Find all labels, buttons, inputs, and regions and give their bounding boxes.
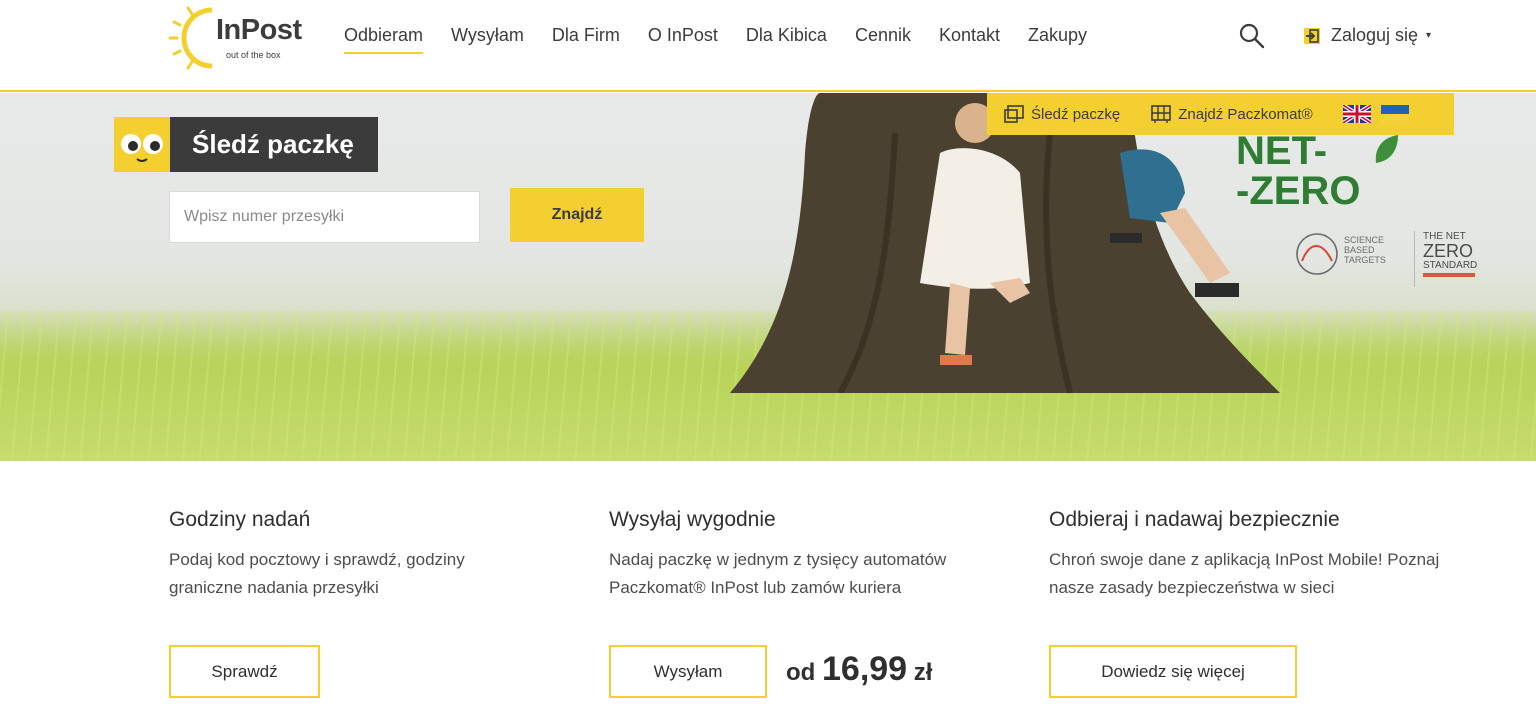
- column-wysylaj-wygodnie: Wysyłaj wygodnie Nadaj paczkę w jednym z…: [609, 508, 1029, 602]
- chevron-down-icon: ▾: [1426, 30, 1432, 41]
- quick-links-bar: Śledź paczkę Znajdź Paczkomat®: [987, 93, 1454, 135]
- nav-item-kontakt[interactable]: Kontakt: [939, 25, 1000, 54]
- quick-link-find-locker-label: Znajdź Paczkomat®: [1178, 105, 1313, 123]
- find-button[interactable]: Znajdź: [510, 188, 644, 242]
- nav-item-zakupy[interactable]: Zakupy: [1028, 25, 1087, 54]
- net-zero-line2: -ZERO: [1236, 169, 1361, 213]
- track-package-badge: Śledź paczkę: [114, 117, 378, 172]
- search-icon[interactable]: [1238, 22, 1266, 50]
- column-text: Nadaj paczkę w jednym z tysięcy automató…: [609, 550, 947, 597]
- hero-banner: Śledź paczkę Znajdź Śledź paczkę Znajdź …: [0, 93, 1536, 461]
- column-title: Wysyłaj wygodnie: [609, 508, 776, 531]
- column-text: Podaj kod pocztowy i sprawdź, godziny gr…: [169, 550, 465, 597]
- nav-item-o-inpost[interactable]: O InPost: [648, 25, 718, 54]
- nzs-zero: ZERO: [1423, 241, 1474, 261]
- uk-flag-icon[interactable]: [1342, 105, 1371, 123]
- nzs-bottom: STANDARD: [1423, 260, 1478, 271]
- logo-tagline: out of the box: [226, 50, 281, 60]
- price-value: 16,99: [822, 650, 908, 688]
- sbt-text: SCIENCE BASED TARGETS: [1344, 235, 1386, 265]
- science-based-targets-logo: SCIENCE BASED TARGETS: [1294, 231, 1404, 287]
- locker-icon: [1151, 105, 1172, 123]
- nav-item-dla-kibica[interactable]: Dla Kibica: [746, 25, 827, 54]
- login-label: Zaloguj się: [1331, 25, 1419, 45]
- package-icon: [1004, 105, 1024, 123]
- column-text: Chroń swoje dane z aplikacją InPost Mobi…: [1049, 550, 1440, 597]
- nav-item-dla-firm[interactable]: Dla Firm: [552, 25, 620, 54]
- ukraine-flag-icon[interactable]: [1380, 105, 1409, 123]
- track-title: Śledź paczkę: [170, 117, 378, 172]
- send-button[interactable]: Wysyłam: [609, 645, 767, 698]
- tree-children-illustration: [730, 93, 1280, 393]
- nav-item-cennik[interactable]: Cennik: [855, 25, 911, 54]
- column-godziny-nadan: Godziny nadań Podaj kod pocztowy i spraw…: [169, 508, 589, 602]
- quick-link-track[interactable]: Śledź paczkę: [1003, 104, 1120, 124]
- login-button[interactable]: Zaloguj się ▾: [1303, 25, 1431, 46]
- leaf-icon: [1375, 135, 1398, 163]
- login-icon: [1304, 27, 1320, 44]
- price-prefix: od: [786, 659, 816, 686]
- sbt-logo-icon: [1296, 233, 1338, 275]
- net-zero-standard-logo: THE NET ZERO STANDARD: [1414, 231, 1484, 287]
- sun-logo-icon: [168, 6, 213, 70]
- net-zero-line1: NET-: [1236, 129, 1328, 173]
- net-zero-heading: NET- -ZERO: [1236, 131, 1360, 211]
- eyes-icon: [114, 117, 170, 172]
- column-title: Godziny nadań: [169, 508, 311, 531]
- price-currency: zł: [913, 659, 933, 686]
- column-title: Odbieraj i nadawaj bezpiecznie: [1049, 508, 1340, 531]
- site-header: InPost out of the box Odbieram Wysyłam D…: [0, 0, 1536, 92]
- price-label: od 16,99 zł: [786, 650, 932, 689]
- learn-more-button[interactable]: Dowiedz się więcej: [1049, 645, 1297, 698]
- tracking-number-input[interactable]: [169, 191, 480, 243]
- nav-item-odbieram[interactable]: Odbieram: [344, 25, 424, 54]
- check-button[interactable]: Sprawdź: [169, 645, 320, 698]
- main-nav: Odbieram Wysyłam Dla Firm O InPost Dla K…: [344, 25, 1115, 54]
- column-odbieraj-bezpiecznie: Odbieraj i nadawaj bezpiecznie Chroń swo…: [1049, 508, 1469, 602]
- inpost-logo[interactable]: InPost out of the box: [168, 2, 308, 74]
- quick-link-track-label: Śledź paczkę: [1031, 105, 1121, 123]
- nav-item-wysylam[interactable]: Wysyłam: [451, 25, 524, 54]
- logo-text: InPost: [216, 14, 302, 46]
- quick-link-find-locker[interactable]: Znajdź Paczkomat®: [1150, 104, 1313, 124]
- nzs-strip: [1423, 273, 1475, 277]
